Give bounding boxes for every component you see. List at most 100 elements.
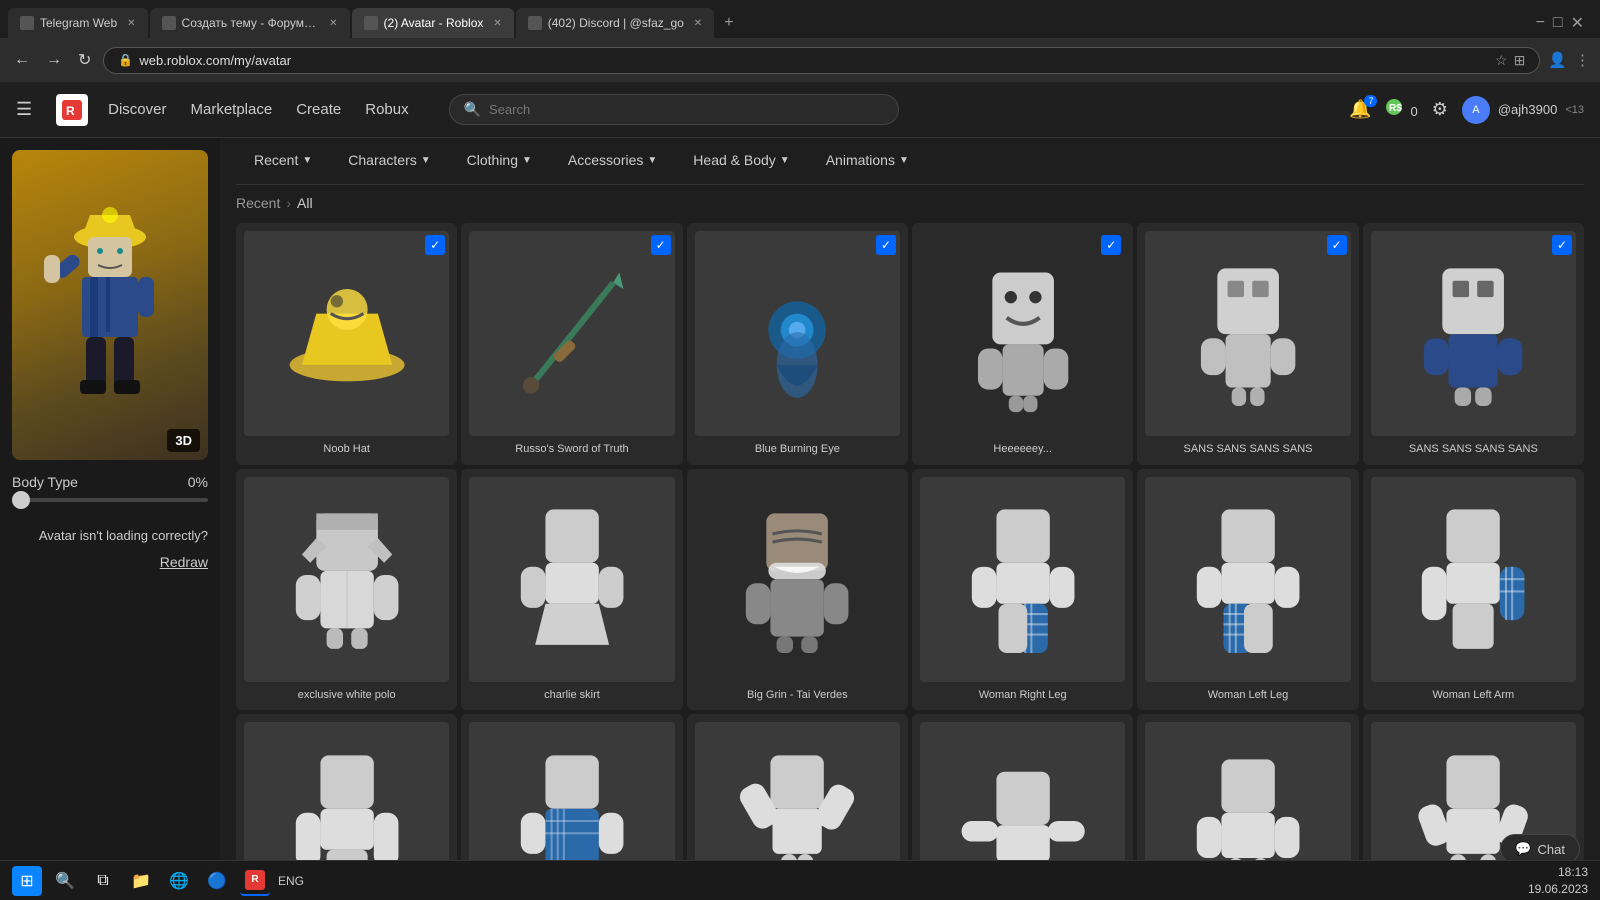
notifications-button[interactable]: 🔔 7 xyxy=(1349,99,1371,120)
item-image: ✓ xyxy=(469,231,674,436)
taskbar-chrome[interactable]: 🔵 xyxy=(202,866,232,896)
item-name: Noob Hat xyxy=(244,442,449,456)
settings-icon[interactable]: ⋮ xyxy=(1575,51,1590,69)
item-image xyxy=(1145,722,1350,872)
item-woman-right-leg[interactable]: Woman Right Leg xyxy=(912,469,1133,711)
body-type-slider[interactable] xyxy=(12,498,208,502)
ssl-icon: 🔒 xyxy=(118,53,133,67)
item-heeeeeey[interactable]: ✓ Heeeeeey... xyxy=(912,223,1133,465)
minimize-button[interactable]: − xyxy=(1536,14,1545,32)
item-exclusive-polo[interactable]: exclusive white polo xyxy=(236,469,457,711)
item-toy-idle[interactable]: Toy Idle xyxy=(1137,714,1358,872)
tab-characters[interactable]: Characters ▼ xyxy=(330,138,448,184)
top-nav: ☰ R Discover Marketplace Create Robux 🔍 … xyxy=(0,82,1600,138)
reload-button[interactable]: ↻ xyxy=(74,46,95,74)
tab-close[interactable]: ✕ xyxy=(694,18,702,29)
tab-forum[interactable]: Создать тему - Форум социальн... ✕ xyxy=(150,8,350,38)
nav-discover[interactable]: Discover xyxy=(108,97,166,122)
item-check: ✓ xyxy=(651,235,671,255)
username: @ajh3900 xyxy=(1498,102,1557,117)
taskbar-edge[interactable]: 🌐 xyxy=(164,866,194,896)
tab-close[interactable]: ✕ xyxy=(329,18,337,29)
nav-right: 🔔 7 R$ 0 ⚙ A @ajh3900 <13 xyxy=(1349,96,1584,124)
redraw-link[interactable]: Redraw xyxy=(12,551,208,573)
item-name: Woman Left Leg xyxy=(1145,688,1350,702)
tab-close[interactable]: ✕ xyxy=(493,18,501,29)
body-type-section: Body Type 0% xyxy=(12,474,208,502)
user-avatar: A xyxy=(1462,96,1490,124)
item-sans2[interactable]: ✓ SANS SANS SANS SANS xyxy=(1363,223,1584,465)
item-toy-climb[interactable]: Toy Climb xyxy=(687,714,908,872)
taskbar-start[interactable]: ⊞ xyxy=(12,866,42,896)
search-input[interactable] xyxy=(489,102,884,117)
tab-telegram[interactable]: Telegram Web ✕ xyxy=(8,8,148,38)
catalog-panel: Recent ▼ Characters ▼ Clothing ▼ Accesso… xyxy=(220,138,1600,872)
tab-favicon xyxy=(20,16,34,30)
taskbar-lang: ENG xyxy=(278,874,304,888)
item-name: Woman Left Arm xyxy=(1371,688,1576,702)
item-blue-burning-eye[interactable]: ✓ Blue Burning Eye xyxy=(687,223,908,465)
profile-icon[interactable]: 👤 xyxy=(1548,51,1567,69)
item-russo-sword[interactable]: ✓ Russo's Sword of Truth xyxy=(461,223,682,465)
item-check: ✓ xyxy=(1101,235,1121,255)
avatar-3d-label[interactable]: 3D xyxy=(167,429,200,452)
taskbar-roblox-active[interactable]: R xyxy=(240,866,270,896)
item-name: exclusive white polo xyxy=(244,688,449,702)
tab-accessories[interactable]: Accessories ▼ xyxy=(550,138,675,184)
breadcrumb-parent[interactable]: Recent xyxy=(236,195,280,211)
main-content: 3D Body Type 0% Avatar isn't loading cor… xyxy=(0,138,1600,872)
gear-button[interactable]: ⚙ xyxy=(1432,99,1448,120)
tab-animations[interactable]: Animations ▼ xyxy=(808,138,927,184)
tab-roblox[interactable]: (2) Avatar - Roblox ✕ xyxy=(352,8,514,38)
nav-marketplace[interactable]: Marketplace xyxy=(191,97,273,122)
item-name: Heeeeeey... xyxy=(920,442,1125,456)
avatar-error-text: Avatar isn't loading correctly? Redraw xyxy=(12,526,208,573)
item-woman-left-arm[interactable]: Woman Left Arm xyxy=(1363,469,1584,711)
item-woman-torso[interactable]: Woman Torso xyxy=(461,714,682,872)
taskbar-search[interactable]: 🔍 xyxy=(50,866,80,896)
item-image xyxy=(1371,477,1576,682)
new-tab-button[interactable]: + xyxy=(716,10,741,36)
item-big-grin[interactable]: Big Grin - Tai Verdes xyxy=(687,469,908,711)
tab-discord[interactable]: (402) Discord | @sfaz_go ✕ xyxy=(516,8,714,38)
hamburger-menu[interactable]: ☰ xyxy=(16,99,32,120)
address-bar[interactable]: 🔒 web.roblox.com/my/avatar ☆ ⊞ xyxy=(103,47,1540,74)
nav-robux[interactable]: Robux xyxy=(365,97,408,122)
breadcrumb: Recent › All xyxy=(236,185,1584,223)
chat-label: Chat xyxy=(1538,842,1565,857)
close-button[interactable]: ✕ xyxy=(1571,13,1584,33)
item-noob-hat[interactable]: ✓ Noob Hat xyxy=(236,223,457,465)
tab-recent[interactable]: Recent ▼ xyxy=(236,138,330,184)
tab-label: (402) Discord | @sfaz_go xyxy=(548,16,684,30)
taskbar-taskview[interactable]: ⧉ xyxy=(88,866,118,896)
item-image xyxy=(244,477,449,682)
taskbar-file-explorer[interactable]: 📁 xyxy=(126,866,156,896)
robux-count: 0 xyxy=(1410,104,1417,119)
item-sans1[interactable]: ✓ SANS SANS SANS SANS xyxy=(1137,223,1358,465)
address-text: web.roblox.com/my/avatar xyxy=(139,53,291,68)
left-panel: 3D Body Type 0% Avatar isn't loading cor… xyxy=(0,138,220,872)
forward-button[interactable]: → xyxy=(42,47,66,73)
item-name: SANS SANS SANS SANS xyxy=(1145,442,1350,456)
maximize-button[interactable]: □ xyxy=(1553,14,1563,32)
address-bar-row: ← → ↻ 🔒 web.roblox.com/my/avatar ☆ ⊞ 👤 ⋮ xyxy=(0,38,1600,82)
nav-create[interactable]: Create xyxy=(296,97,341,122)
bookmark-icon[interactable]: ☆ xyxy=(1495,52,1508,69)
item-name: SANS SANS SANS SANS xyxy=(1371,442,1576,456)
search-bar[interactable]: 🔍 xyxy=(449,94,899,125)
item-name: Blue Burning Eye xyxy=(695,442,900,456)
item-charlie-skirt[interactable]: charlie skirt xyxy=(461,469,682,711)
tab-close[interactable]: ✕ xyxy=(127,18,135,29)
tab-label: (2) Avatar - Roblox xyxy=(384,16,484,30)
item-toy-swim[interactable]: Toy Swim xyxy=(912,714,1133,872)
item-image: ✓ xyxy=(920,231,1125,436)
slider-thumb[interactable] xyxy=(12,491,30,509)
robux-button[interactable]: R$ 0 xyxy=(1385,98,1417,121)
back-button[interactable]: ← xyxy=(10,47,34,73)
item-woman-right-arm[interactable]: Woman Right Arm xyxy=(236,714,457,872)
tab-head-body[interactable]: Head & Body ▼ xyxy=(675,138,807,184)
item-woman-left-leg[interactable]: Woman Left Leg xyxy=(1137,469,1358,711)
tab-clothing[interactable]: Clothing ▼ xyxy=(449,138,550,184)
item-image xyxy=(695,722,900,872)
extensions-icon[interactable]: ⊞ xyxy=(1514,52,1526,69)
